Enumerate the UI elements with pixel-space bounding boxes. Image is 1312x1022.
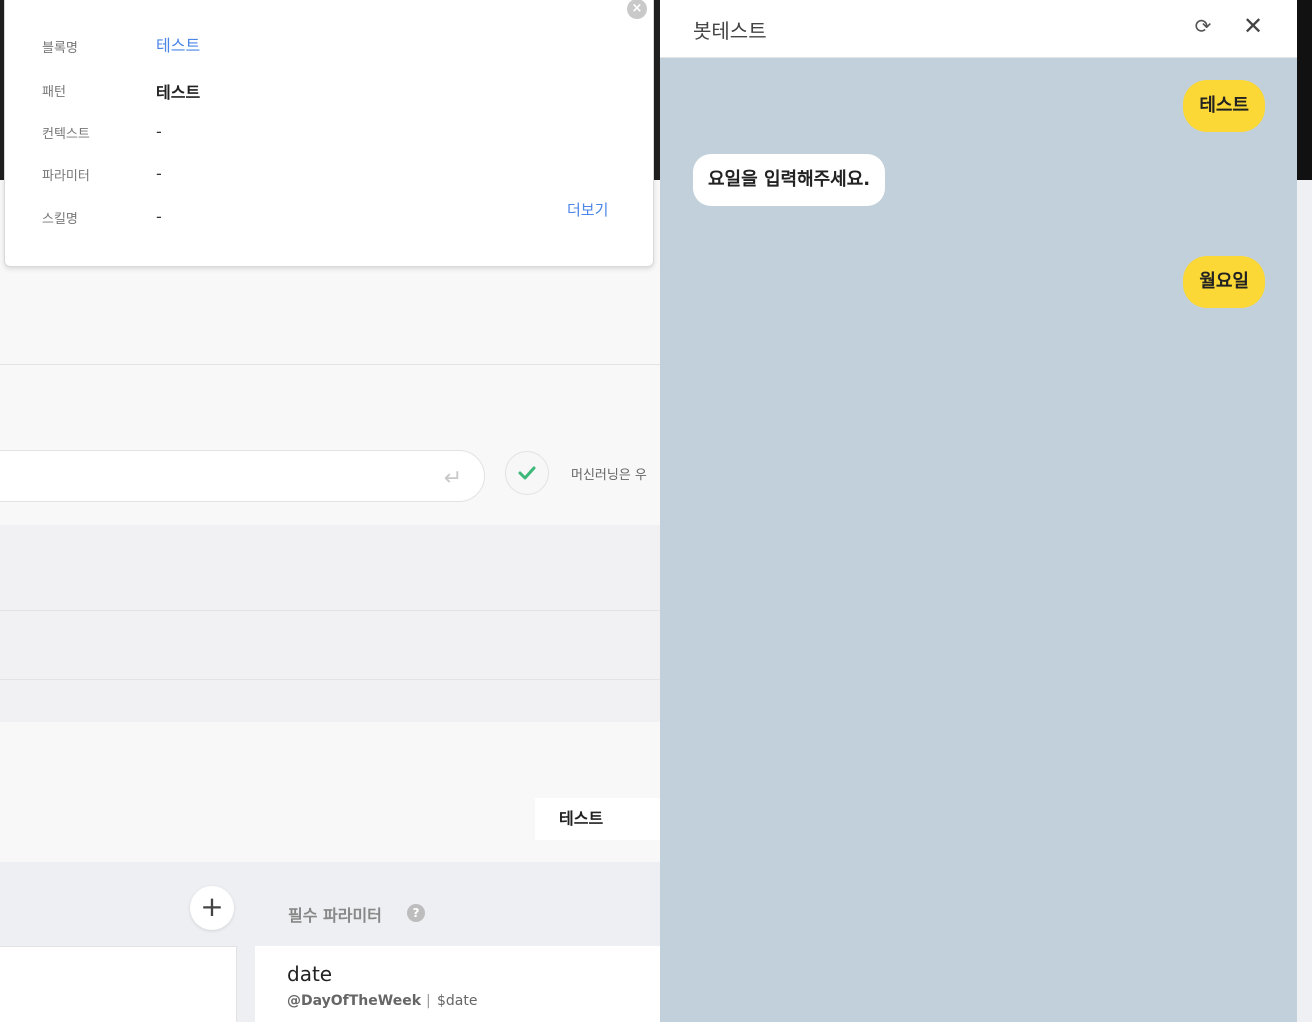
parameter-variable: $date [437,993,478,1009]
bot-test-panel: 봇테스트 ⟳ ✕ 테스트 요일을 입력해주세요. 월요일 [660,0,1297,1022]
skill-label: 스킬명 [42,212,78,227]
enter-icon[interactable]: ↵ [440,466,466,492]
block-name-value[interactable]: 테스트 [156,32,200,56]
edge-strip [1297,180,1312,1022]
bot-message-bubble: 요일을 입력해주세요. [693,154,886,206]
ml-check-icon[interactable] [505,451,549,495]
pattern-value: 테스트 [156,83,201,102]
divider [0,679,660,680]
response-chip[interactable]: 테스트 [535,798,660,840]
pattern-list-section [0,525,660,722]
user-message-bubble: 테스트 [1183,80,1265,132]
help-icon[interactable]: ? [407,904,425,922]
bot-test-header: 봇테스트 ⟳ ✕ [660,0,1297,58]
popup-close-icon[interactable]: × [627,0,647,19]
ml-status-text: 머신러닝은 우 [571,468,647,483]
edge-strip [1297,0,1312,180]
refresh-icon[interactable]: ⟳ [1191,14,1215,38]
skill-value: - [156,207,162,226]
block-name-label: 블록명 [42,41,78,56]
parameter-entity: @DayOfTheWeek [287,993,422,1009]
parameter-separator: | [426,993,431,1009]
pattern-label: 패턴 [42,85,66,100]
parameter-list-card [0,946,237,1022]
divider [0,610,660,611]
parameter-value: - [156,164,162,183]
more-link[interactable]: 더보기 [567,199,608,220]
parameter-label: 파라미터 [42,169,90,184]
context-label: 컨텍스트 [42,127,90,142]
divider [0,364,660,365]
block-editor-area: ↵ 머신러닝은 우 테스트 + 필수 파라미터 ? date @DayOfThe… [0,0,660,1022]
block-info-popup: × 블록명 테스트 패턴 테스트 컨텍스트 - 파라미터 - 스킬명 - 더보기 [4,0,654,267]
parameter-name: date [287,962,333,986]
user-message-bubble: 월요일 [1183,256,1265,308]
bot-test-title: 봇테스트 [693,19,767,43]
response-section [0,722,660,862]
close-icon[interactable]: ✕ [1240,12,1266,40]
add-parameter-button[interactable]: + [190,886,234,930]
utterance-input[interactable] [0,450,485,502]
required-params-label: 필수 파라미터 [288,906,382,925]
context-value: - [156,122,162,141]
